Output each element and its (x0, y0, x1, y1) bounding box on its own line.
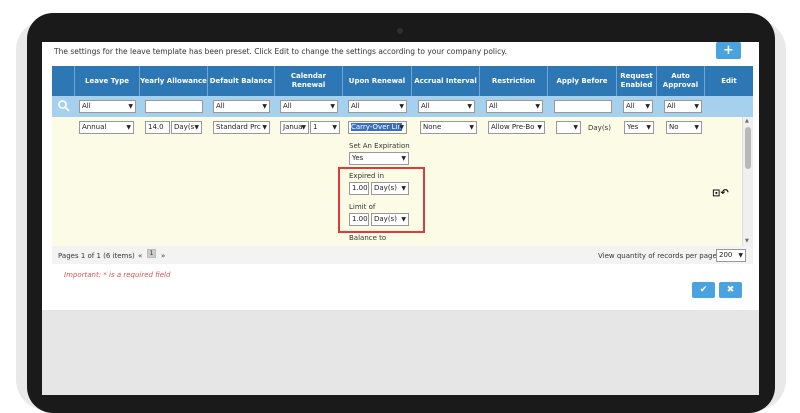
camera-dot (397, 28, 403, 34)
chevron-down-icon: ▼ (194, 124, 199, 131)
screen-bottom-area (42, 310, 759, 395)
yearly-allowance-input[interactable]: 14.0 (145, 121, 170, 134)
filter-restriction[interactable]: All ▼ (486, 100, 543, 113)
chevron-down-icon: ▼ (646, 124, 651, 131)
leave-type-select[interactable]: Annual ▼ (79, 121, 134, 134)
grid-footer: Pages 1 of 1 (6 items) « 1 » View quanti… (52, 246, 753, 264)
chevron-down-icon: ▼ (469, 124, 474, 131)
chevron-down-icon: ▼ (645, 103, 650, 110)
records-per-page-select[interactable]: 200 ▼ (716, 249, 746, 262)
calendar-day-select[interactable]: 1 ▼ (310, 121, 340, 134)
row-actions: ⊡↶ (712, 188, 729, 199)
col-edit: Edit (705, 66, 753, 96)
filter-calendar-renewal[interactable]: All ▼ (280, 100, 338, 113)
calendar-month-select[interactable]: Janua ▼ (280, 121, 309, 134)
apply-before-unit: Day(s) (588, 124, 611, 132)
col-auto-approval: Auto Approval (657, 66, 705, 96)
chevron-down-icon: ▼ (399, 103, 404, 110)
accrual-interval-select[interactable]: None ▼ (420, 121, 477, 134)
col-accrual-interval: Accrual Interval (412, 66, 480, 96)
filter-upon-renewal[interactable]: All ▼ (348, 100, 407, 113)
add-leave-button[interactable]: + (716, 42, 741, 59)
filter-request-enabled[interactable]: All ▼ (623, 100, 653, 113)
cancel-button[interactable]: ✖ (719, 282, 742, 298)
chevron-down-icon: ▼ (537, 124, 542, 131)
yearly-allowance-unit-select[interactable]: Day(s ▼ (171, 121, 202, 134)
prev-page-link[interactable]: « (138, 252, 142, 260)
chevron-down-icon: ▼ (399, 124, 404, 131)
preset-notice: The settings for the leave template has … (54, 47, 507, 56)
auto-approval-select[interactable]: No ▼ (666, 121, 702, 134)
expiration-highlight-box (338, 167, 425, 233)
set-expiration-select[interactable]: Yes ▼ (349, 152, 409, 165)
chevron-down-icon: ▼ (262, 103, 267, 110)
filter-leave-type[interactable]: All ▼ (79, 100, 136, 113)
set-expiration-label: Set An Expiration (349, 142, 410, 150)
chevron-down-icon: ▼ (694, 103, 699, 110)
scroll-up-icon[interactable]: ▲ (745, 118, 749, 124)
chevron-down-icon: ▼ (535, 103, 540, 110)
chevron-down-icon: ▼ (330, 103, 335, 110)
chevron-down-icon: ▼ (738, 252, 743, 259)
restriction-select[interactable]: Allow Pre-Bo ▼ (488, 121, 545, 134)
save-button[interactable]: ✔ (692, 282, 715, 298)
filter-default-balance[interactable]: All ▼ (213, 100, 270, 113)
filter-accrual-interval[interactable]: All ▼ (418, 100, 475, 113)
current-page[interactable]: 1 (147, 249, 156, 258)
chevron-down-icon: ▼ (301, 124, 306, 131)
col-default-balance: Default Balance (208, 66, 275, 96)
app-screen: The settings for the leave template has … (42, 42, 759, 395)
default-balance-select[interactable]: Standard Prc ▼ (213, 121, 270, 134)
col-apply-before: Apply Before (548, 66, 617, 96)
balance-to-label: Balance to (349, 234, 387, 242)
header-spacer (52, 66, 75, 96)
chevron-down-icon: ▼ (401, 155, 406, 162)
chevron-down-icon: ▼ (262, 124, 267, 131)
chevron-down-icon: ▼ (467, 103, 472, 110)
chevron-down-icon: ▼ (126, 124, 131, 131)
chevron-down-icon: ▼ (332, 124, 337, 131)
scroll-thumb[interactable] (745, 127, 751, 169)
col-upon-renewal: Upon Renewal (343, 66, 412, 96)
chevron-down-icon: ▼ (128, 103, 133, 110)
search-icon[interactable] (57, 99, 71, 113)
upon-renewal-select[interactable]: Carry-Over Lin ▼ (348, 121, 407, 134)
filter-yearly-allowance[interactable] (145, 100, 203, 113)
page-summary: Pages 1 of 1 (6 items) (58, 252, 135, 260)
request-enabled-select[interactable]: Yes ▼ (624, 121, 654, 134)
filter-auto-approval[interactable]: All ▼ (664, 100, 702, 113)
apply-before-input[interactable]: ▼ (556, 121, 581, 134)
scroll-down-icon[interactable]: ▼ (745, 238, 749, 244)
records-per-page-label: View quantity of records per page (598, 252, 717, 260)
col-leave-type: Leave Type (75, 66, 140, 96)
filter-apply-before[interactable] (554, 100, 612, 113)
col-calendar-renewal: Calendar Renewal (275, 66, 343, 96)
col-request-enabled: Request Enabled (617, 66, 657, 96)
chevron-down-icon: ▼ (694, 124, 699, 131)
next-page-link[interactable]: » (161, 252, 165, 260)
col-yearly-allowance: Yearly Allowance (140, 66, 208, 96)
undo-icon[interactable]: ↶ (720, 188, 728, 199)
vertical-scrollbar[interactable]: ▲ ▼ (742, 117, 753, 246)
chevron-down-icon: ▼ (573, 124, 578, 131)
col-restriction: Restriction (480, 66, 548, 96)
required-field-note: Important: * is a required field (64, 271, 171, 279)
